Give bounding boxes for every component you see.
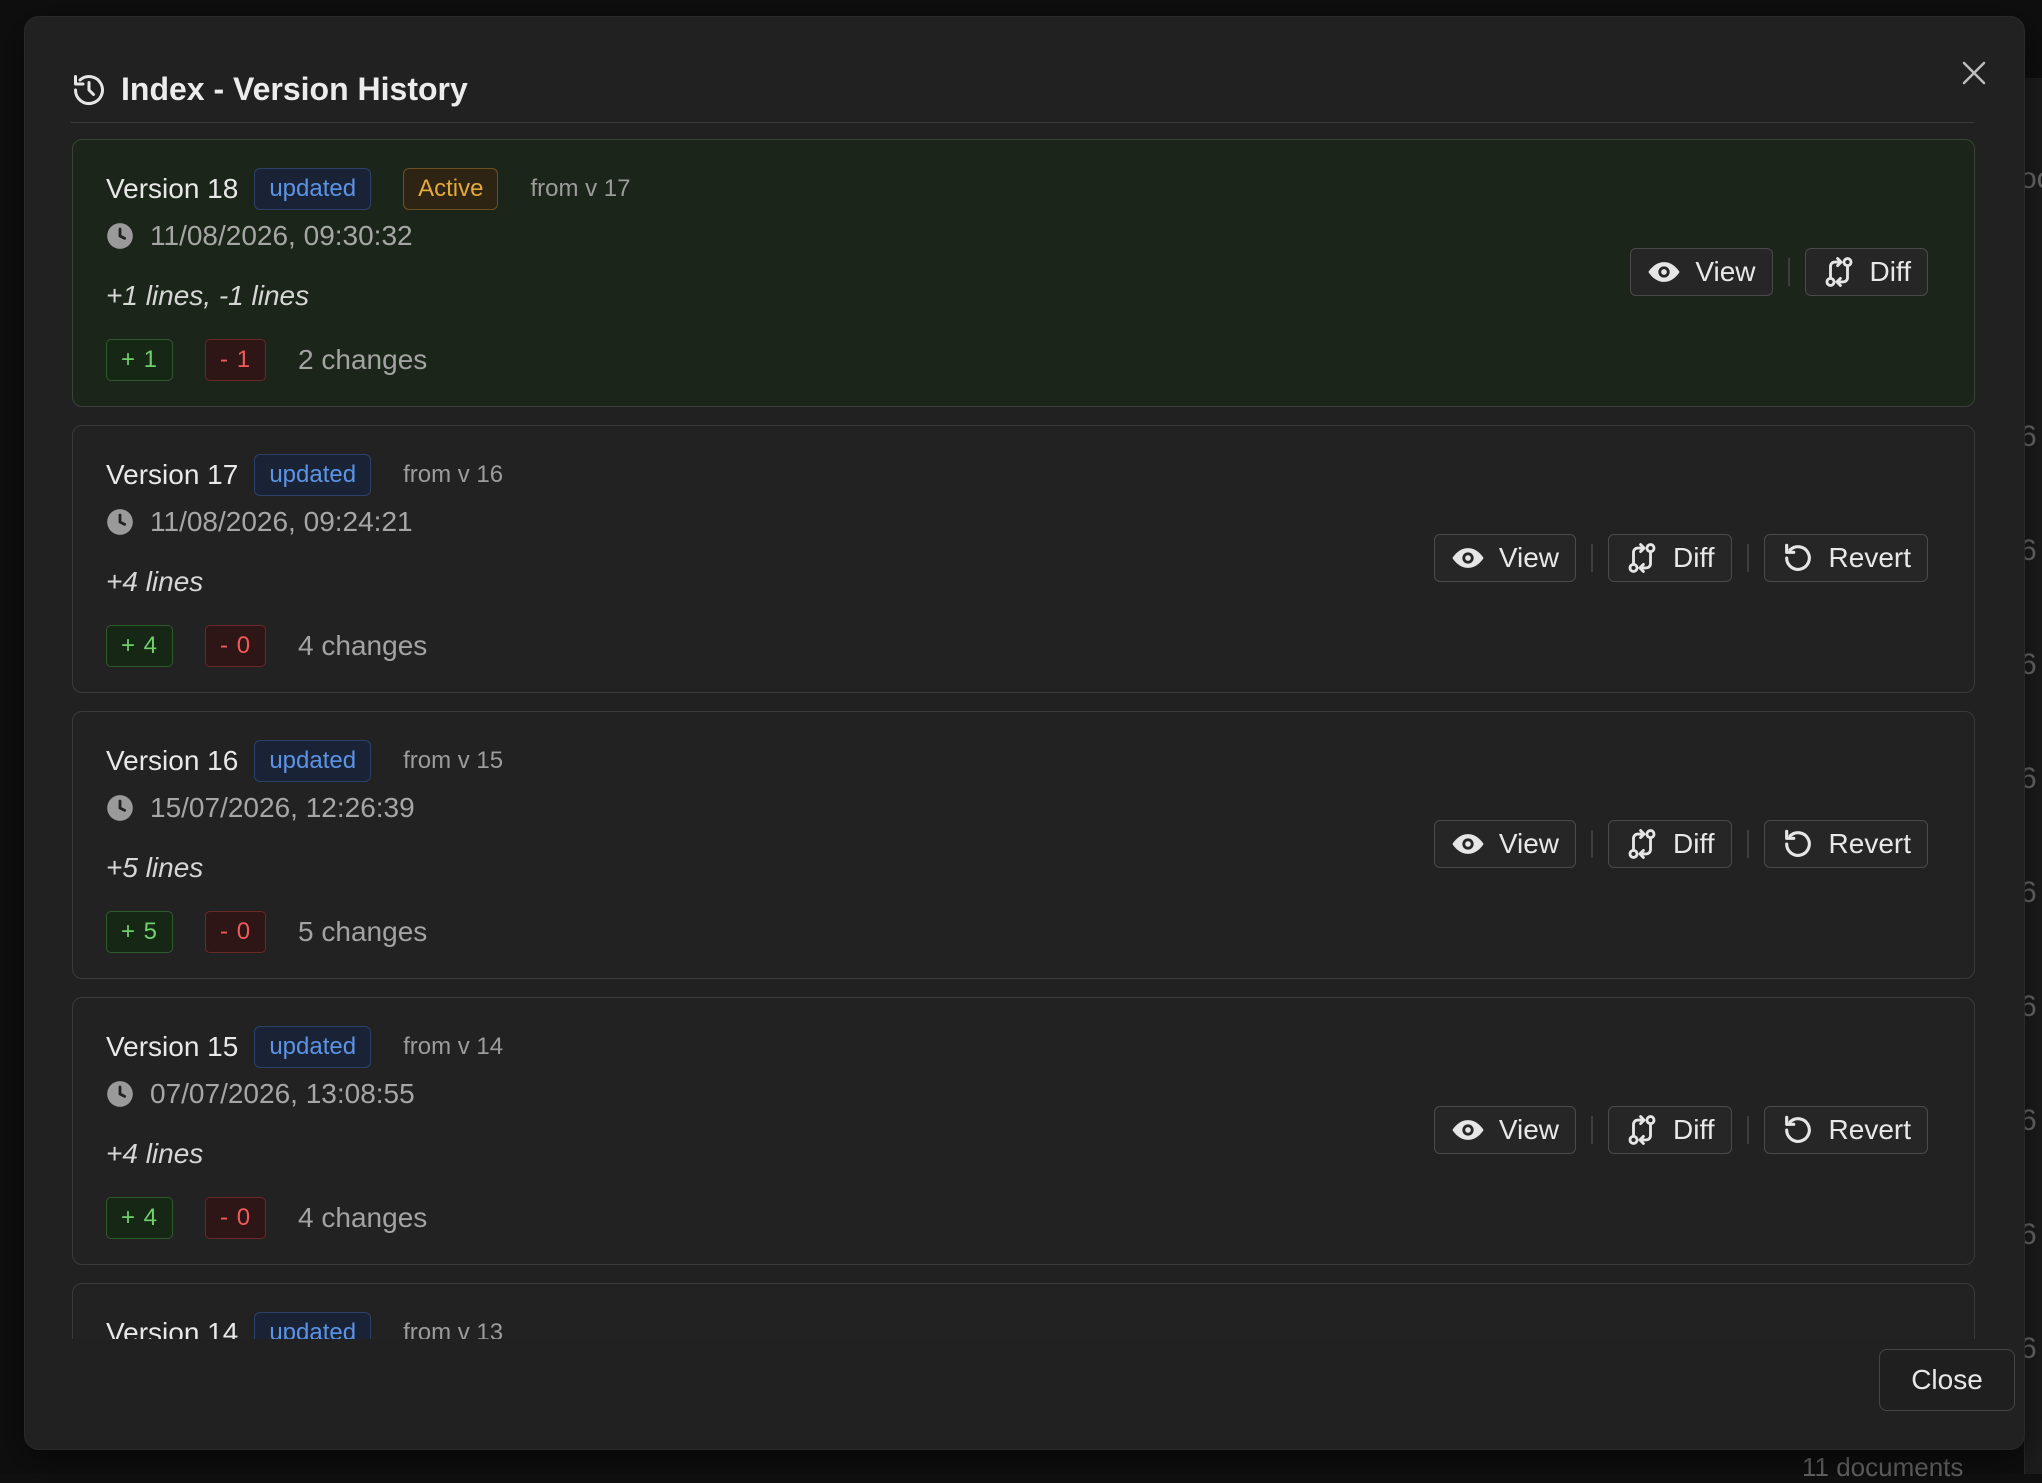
diff-button[interactable]: Diff <box>1608 1106 1732 1154</box>
clock-icon <box>106 1080 134 1108</box>
dialog-header: Index - Version History <box>71 57 1974 123</box>
revert-icon <box>1781 827 1815 861</box>
version-card: Version 18 updated Active from v 17 11/0… <box>72 139 1975 407</box>
status-badge: updated <box>254 740 371 782</box>
version-card: Version 16 updated from v 15 15/07/2026,… <box>72 711 1975 979</box>
from-version: from v 14 <box>403 1033 503 1061</box>
eye-icon <box>1451 541 1485 575</box>
dialog-title: Index - Version History <box>121 71 468 108</box>
lines-summary: +1 lines, -1 lines <box>106 280 309 312</box>
status-badge: updated <box>254 1312 371 1339</box>
diff-button[interactable]: Diff <box>1805 248 1929 296</box>
view-label: View <box>1499 1114 1559 1146</box>
diff-icon <box>1625 827 1659 861</box>
view-button[interactable]: View <box>1434 1106 1576 1154</box>
changes-count: 4 changes <box>298 1202 427 1234</box>
diff-label: Diff <box>1673 542 1715 574</box>
from-version: from v 17 <box>530 175 630 203</box>
diff-label: Diff <box>1673 828 1715 860</box>
close-button[interactable]: Close <box>1879 1349 2015 1411</box>
status-badge: updated <box>254 1026 371 1068</box>
diff-icon <box>1625 1113 1659 1147</box>
divider <box>1747 544 1749 572</box>
timestamp: 07/07/2026, 13:08:55 <box>150 1078 415 1110</box>
diff-label: Diff <box>1673 1114 1715 1146</box>
view-button[interactable]: View <box>1434 534 1576 582</box>
divider <box>1591 1116 1593 1144</box>
clock-icon <box>106 508 134 536</box>
from-version: from v 13 <box>403 1319 503 1339</box>
lines-summary: +4 lines <box>106 1138 203 1170</box>
history-icon <box>71 72 107 108</box>
version-history-dialog: Index - Version History Version 18 updat… <box>25 17 2024 1449</box>
timestamp: 15/07/2026, 12:26:39 <box>150 792 415 824</box>
changes-count: 5 changes <box>298 916 427 948</box>
diff-icon <box>1625 541 1659 575</box>
view-button[interactable]: View <box>1434 820 1576 868</box>
view-label: View <box>1499 828 1559 860</box>
removed-count: - 1 <box>205 339 266 381</box>
added-count: + 4 <box>106 1197 173 1239</box>
eye-icon <box>1451 827 1485 861</box>
clock-icon <box>106 222 134 250</box>
eye-icon <box>1451 1113 1485 1147</box>
divider <box>1747 1116 1749 1144</box>
status-badge: updated <box>254 454 371 496</box>
added-count: + 4 <box>106 625 173 667</box>
document-count: 11 documents <box>1802 1452 1963 1483</box>
timestamp: 11/08/2026, 09:30:32 <box>150 220 413 252</box>
revert-button[interactable]: Revert <box>1764 820 1928 868</box>
divider <box>1788 258 1790 286</box>
removed-count: - 0 <box>205 1197 266 1239</box>
diff-icon <box>1822 255 1856 289</box>
eye-icon <box>1647 255 1681 289</box>
lines-summary: +5 lines <box>106 852 203 884</box>
version-card: Version 14 updated from v 13 <box>72 1283 1975 1339</box>
version-title: Version 14 <box>106 1317 238 1339</box>
active-badge: Active <box>403 168 498 210</box>
lines-summary: +4 lines <box>106 566 203 598</box>
timestamp: 11/08/2026, 09:24:21 <box>150 506 413 538</box>
view-button[interactable]: View <box>1630 248 1772 296</box>
changes-count: 2 changes <box>298 344 427 376</box>
diff-button[interactable]: Diff <box>1608 534 1732 582</box>
close-icon[interactable] <box>1954 53 1994 93</box>
revert-button[interactable]: Revert <box>1764 534 1928 582</box>
diff-label: Diff <box>1870 256 1912 288</box>
added-count: + 5 <box>106 911 173 953</box>
revert-label: Revert <box>1829 828 1911 860</box>
view-label: View <box>1499 542 1559 574</box>
version-title: Version 17 <box>106 459 238 491</box>
revert-label: Revert <box>1829 542 1911 574</box>
removed-count: - 0 <box>205 911 266 953</box>
version-list[interactable]: Version 18 updated Active from v 17 11/0… <box>72 122 1975 1339</box>
version-title: Version 15 <box>106 1031 238 1063</box>
version-card: Version 15 updated from v 14 07/07/2026,… <box>72 997 1975 1265</box>
revert-icon <box>1781 541 1815 575</box>
removed-count: - 0 <box>205 625 266 667</box>
revert-label: Revert <box>1829 1114 1911 1146</box>
status-badge: updated <box>254 168 371 210</box>
divider <box>1747 830 1749 858</box>
diff-button[interactable]: Diff <box>1608 820 1732 868</box>
divider <box>1591 830 1593 858</box>
divider <box>1591 544 1593 572</box>
added-count: + 1 <box>106 339 173 381</box>
version-title: Version 16 <box>106 745 238 777</box>
from-version: from v 16 <box>403 461 503 489</box>
from-version: from v 15 <box>403 747 503 775</box>
revert-icon <box>1781 1113 1815 1147</box>
clock-icon <box>106 794 134 822</box>
view-label: View <box>1695 256 1755 288</box>
version-title: Version 18 <box>106 173 238 205</box>
version-card: Version 17 updated from v 16 11/08/2026,… <box>72 425 1975 693</box>
revert-button[interactable]: Revert <box>1764 1106 1928 1154</box>
changes-count: 4 changes <box>298 630 427 662</box>
